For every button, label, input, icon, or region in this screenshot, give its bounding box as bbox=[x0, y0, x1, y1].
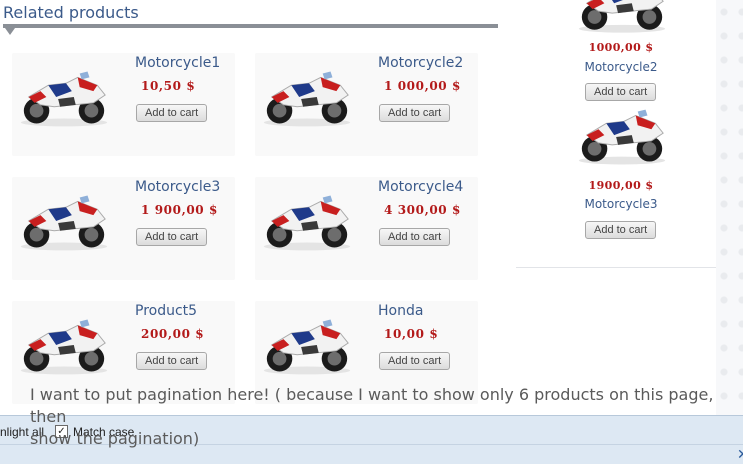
add-to-cart-button[interactable]: Add to cart bbox=[585, 221, 657, 239]
add-to-cart-button[interactable]: Add to cart bbox=[379, 104, 451, 122]
add-to-cart-button[interactable]: Add to cart bbox=[136, 352, 208, 370]
add-to-cart-button[interactable]: Add to cart bbox=[136, 228, 208, 246]
motorcycle-image[interactable] bbox=[258, 185, 356, 255]
product-price: 1 000,00 $ bbox=[384, 79, 461, 93]
product-price: 10,00 $ bbox=[384, 327, 439, 341]
product-price: 200,00 $ bbox=[141, 327, 205, 341]
product-name-link[interactable]: Honda bbox=[378, 303, 423, 319]
related-products-title: Related products bbox=[3, 3, 139, 22]
pagination-note: I want to put pagination here! ( because… bbox=[30, 384, 720, 450]
motorcycle-image[interactable] bbox=[258, 61, 356, 131]
motorcycle-image[interactable] bbox=[573, 104, 671, 174]
product-card: Motorcycle1 10,50 $ Add to cart bbox=[12, 53, 235, 156]
sidebar-product-price: 1900,00 $ bbox=[588, 179, 654, 192]
product-card: Motorcycle4 4 300,00 $ Add to cart bbox=[255, 177, 478, 280]
add-to-cart-button[interactable]: Add to cart bbox=[379, 352, 451, 370]
product-name-link[interactable]: Motorcycle2 bbox=[378, 55, 463, 71]
add-to-cart-button[interactable]: Add to cart bbox=[585, 83, 657, 101]
sidebar-product-name-link[interactable]: Motorcycle2 bbox=[516, 60, 726, 74]
product-name-link[interactable]: Motorcycle3 bbox=[135, 179, 220, 195]
product-name-link[interactable]: Product5 bbox=[135, 303, 197, 319]
product-name-link[interactable]: Motorcycle1 bbox=[135, 55, 220, 71]
sidebar-product-price: 1000,00 $ bbox=[588, 41, 654, 54]
sidebar-panel: 1000,00 $ Motorcycle2 Add to cart 1900,0… bbox=[516, 0, 716, 267]
product-card: Motorcycle2 1 000,00 $ Add to cart bbox=[255, 53, 478, 156]
product-price: 10,50 $ bbox=[141, 79, 196, 93]
motorcycle-image[interactable] bbox=[258, 309, 356, 379]
sidebar-product-name-link[interactable]: Motorcycle3 bbox=[516, 197, 726, 211]
motorcycle-image[interactable] bbox=[15, 309, 113, 379]
motorcycle-image[interactable] bbox=[15, 61, 113, 131]
pagination-note-line: show the pagination) bbox=[30, 429, 200, 448]
close-icon[interactable]: ✕ bbox=[737, 447, 743, 463]
product-card: Motorcycle3 1 900,00 $ Add to cart bbox=[12, 177, 235, 280]
motorcycle-image[interactable] bbox=[15, 185, 113, 255]
section-divider bbox=[3, 24, 498, 28]
pagination-note-line: I want to put pagination here! ( because… bbox=[30, 385, 714, 426]
product-price: 4 300,00 $ bbox=[384, 203, 461, 217]
section-arrow-icon bbox=[5, 28, 15, 35]
add-to-cart-button[interactable]: Add to cart bbox=[136, 104, 208, 122]
product-price: 1 900,00 $ bbox=[141, 203, 218, 217]
product-name-link[interactable]: Motorcycle4 bbox=[378, 179, 463, 195]
add-to-cart-button[interactable]: Add to cart bbox=[379, 228, 451, 246]
motorcycle-image[interactable] bbox=[573, 0, 671, 40]
